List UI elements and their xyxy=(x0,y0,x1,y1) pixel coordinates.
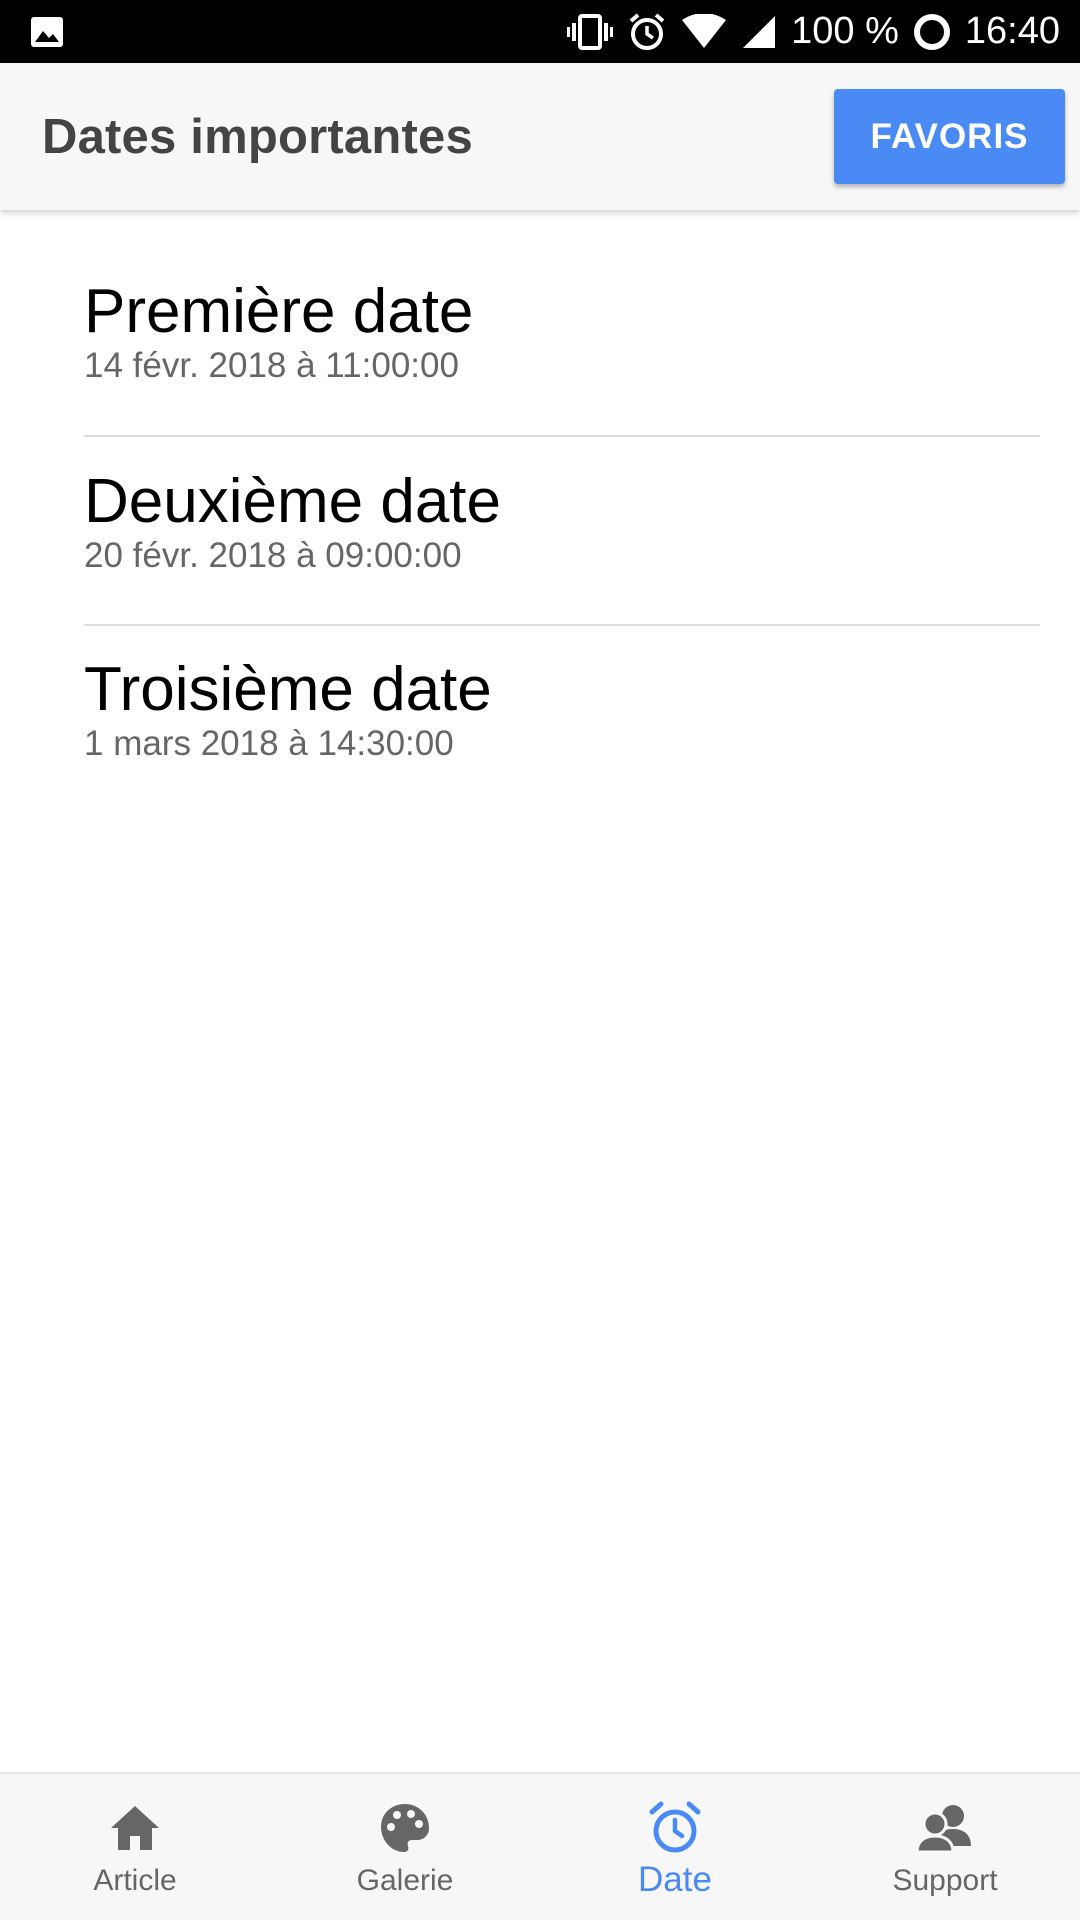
date-title: Troisième date xyxy=(84,655,492,724)
bottom-navigation: Article Galerie Date Support xyxy=(0,1772,1080,1920)
home-icon xyxy=(105,1798,165,1858)
divider xyxy=(84,624,1040,626)
image-icon xyxy=(30,16,64,48)
date-title: Deuxième date xyxy=(84,467,502,536)
divider xyxy=(84,435,1040,437)
battery-ring-icon xyxy=(913,13,951,51)
nav-item-galerie[interactable]: Galerie xyxy=(270,1774,540,1922)
support-icon xyxy=(915,1798,975,1858)
date-title: Première date xyxy=(84,277,474,346)
status-time: 16:40 xyxy=(964,10,1060,52)
date-subtitle: 1 mars 2018 à 14:30:00 xyxy=(84,724,454,763)
favoris-button[interactable]: FAVORIS xyxy=(834,89,1065,184)
nav-item-article[interactable]: Article xyxy=(0,1774,270,1922)
vibrate-icon xyxy=(567,13,614,50)
list-item-date-1[interactable]: Première date 14 févr. 2018 à 11:00:00 xyxy=(84,276,1040,396)
date-subtitle: 20 févr. 2018 à 09:00:00 xyxy=(84,536,462,575)
app-bar: Dates importantes FAVORIS xyxy=(0,63,1080,210)
nav-label: Galerie xyxy=(356,1864,454,1897)
list-item-date-2[interactable]: Deuxième date 20 févr. 2018 à 09:00:00 xyxy=(84,466,1040,586)
alarm-icon xyxy=(627,12,667,52)
nav-label: Article xyxy=(93,1864,177,1897)
palette-icon xyxy=(375,1798,435,1858)
signal-icon xyxy=(741,14,777,50)
nav-label: Date xyxy=(638,1860,712,1899)
wifi-icon xyxy=(681,13,727,50)
nav-label: Support xyxy=(892,1864,998,1897)
date-subtitle: 14 févr. 2018 à 11:00:00 xyxy=(84,346,459,385)
nav-item-support[interactable]: Support xyxy=(810,1774,1080,1922)
nav-item-date[interactable]: Date xyxy=(540,1774,810,1922)
status-bar: 100 % 16:40 xyxy=(0,0,1080,63)
page-title: Dates importantes xyxy=(42,110,473,164)
alarm-clock-icon xyxy=(645,1798,705,1858)
list-item-date-3[interactable]: Troisième date 1 mars 2018 à 14:30:00 xyxy=(84,654,1040,774)
battery-percentage: 100 % xyxy=(791,10,899,52)
